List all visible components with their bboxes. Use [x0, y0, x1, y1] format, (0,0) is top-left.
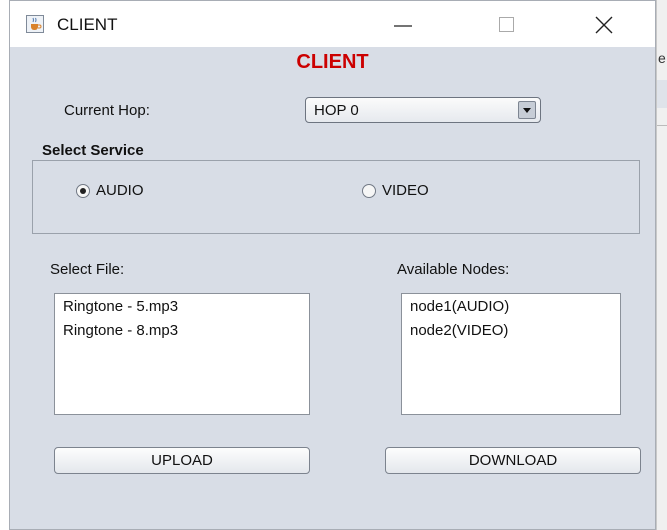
- select-file-label: Select File:: [50, 261, 125, 278]
- client-window: CLIENT CLIENT Current Hop: HOP 0 Select …: [9, 0, 656, 530]
- minimize-icon: [394, 25, 412, 27]
- java-cup-icon: [26, 15, 44, 33]
- hop-select[interactable]: HOP 0: [305, 97, 541, 123]
- download-button[interactable]: DOWNLOAD: [385, 447, 641, 474]
- audio-radio[interactable]: [76, 184, 90, 198]
- audio-radio-label[interactable]: AUDIO: [96, 182, 144, 199]
- list-item[interactable]: Ringtone - 5.mp3: [63, 298, 178, 315]
- hop-select-value: HOP 0: [314, 102, 359, 119]
- upload-button[interactable]: UPLOAD: [54, 447, 310, 474]
- background-window-divider: [657, 125, 667, 148]
- file-list[interactable]: Ringtone - 5.mp3 Ringtone - 8.mp3: [54, 293, 310, 415]
- close-icon: [595, 16, 613, 34]
- list-item[interactable]: node1(AUDIO): [410, 298, 509, 315]
- title-bar[interactable]: CLIENT: [10, 1, 655, 47]
- maximize-button[interactable]: [484, 9, 530, 39]
- chevron-down-icon[interactable]: [518, 101, 536, 119]
- video-radio-label[interactable]: VIDEO: [382, 182, 429, 199]
- maximize-icon: [499, 17, 514, 32]
- close-button[interactable]: [581, 9, 627, 39]
- video-radio[interactable]: [362, 184, 376, 198]
- minimize-button[interactable]: [380, 9, 426, 39]
- background-window-band: [657, 80, 667, 108]
- window-title: CLIENT: [57, 15, 118, 34]
- list-item[interactable]: Ringtone - 8.mp3: [63, 322, 178, 339]
- background-window: e: [656, 0, 667, 530]
- background-window-text: e: [658, 50, 666, 66]
- list-item[interactable]: node2(VIDEO): [410, 322, 508, 339]
- current-hop-label: Current Hop:: [64, 102, 150, 119]
- page-title: CLIENT: [296, 51, 369, 73]
- available-nodes-label: Available Nodes:: [397, 261, 510, 278]
- node-list[interactable]: node1(AUDIO) node2(VIDEO): [401, 293, 621, 415]
- select-service-label: Select Service: [42, 142, 144, 159]
